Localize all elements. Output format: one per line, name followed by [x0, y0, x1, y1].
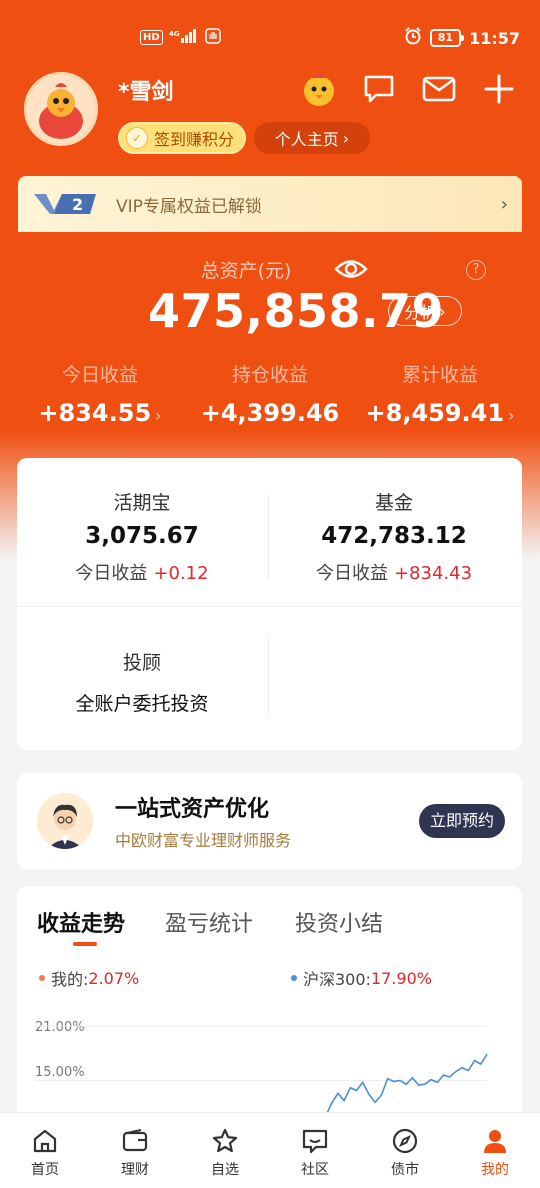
tabbar-label: 首页 — [31, 1162, 59, 1178]
tabbar-item-community[interactable]: 社区 — [270, 1113, 360, 1188]
svg-text:2: 2 — [72, 195, 83, 214]
star-icon — [212, 1128, 238, 1153]
system-indicators: 81 11:57 — [404, 27, 520, 49]
tab-investment-summary[interactable]: 投资小结 — [295, 906, 383, 938]
analysis-label: 分析 — [404, 303, 437, 322]
cell-title: 活期宝 — [113, 492, 171, 514]
legend-dot — [39, 975, 45, 981]
checkin-button[interactable]: ✓ 签到赚积分 — [118, 122, 246, 154]
network-indicators: HD 4G — [140, 28, 221, 47]
advisor-avatar — [37, 793, 93, 849]
mail-icon[interactable] — [420, 70, 458, 108]
tab-profit-loss[interactable]: 盈亏统计 — [165, 906, 253, 938]
home-icon — [33, 1129, 57, 1153]
vip-badge-icon: 2 — [32, 192, 98, 216]
chat-icon — [302, 1129, 328, 1154]
legend-mine: 我的: 2.07% — [39, 966, 139, 990]
cell-title: 投顾 — [122, 652, 161, 674]
stat-value: +4,399.46 — [200, 399, 340, 427]
cell-sub-label: 今日收益 — [315, 563, 388, 584]
chevron-right-icon: › — [342, 128, 350, 148]
cell-value: 3,075.67 — [85, 523, 199, 549]
book-now-button[interactable]: 立即预约 — [419, 804, 505, 838]
user-avatar[interactable] — [24, 72, 98, 146]
income-line-chart — [35, 1025, 488, 1126]
battery-icon: 81 — [429, 29, 465, 47]
stat-value: +834.55 — [38, 399, 152, 427]
tabbar-label: 债市 — [391, 1162, 419, 1178]
advisor-cell[interactable]: 投顾 全账户委托投资 — [17, 648, 267, 716]
cell-sub-value: +0.12 — [153, 563, 209, 584]
tabbar-item-wealth[interactable]: 理财 — [90, 1113, 180, 1188]
homepage-button[interactable]: 个人主页 › — [254, 122, 370, 154]
advisor-subtitle: 中欧财富专业理财师服务 — [115, 831, 292, 850]
points-icon: ✓ — [126, 127, 148, 149]
bottom-tab-bar: 首页 理财 自选 社区 债市 我的 — [0, 1112, 540, 1188]
header-actions — [300, 70, 518, 108]
chevron-right-icon: › — [500, 194, 508, 215]
fund-cell[interactable]: 基金 472,783.12 今日收益 +834.43 — [269, 488, 519, 585]
vip-banner[interactable]: 2 VIP专属权益已解锁 › — [18, 176, 522, 232]
analysis-button[interactable]: 分析 › — [388, 296, 462, 326]
tabbar-item-home[interactable]: 首页 — [0, 1113, 90, 1188]
tabbar-label: 社区 — [301, 1162, 329, 1178]
username: *雪剑 — [118, 80, 174, 105]
asset-breakdown-card: 活期宝 3,075.67 今日收益 +0.12 基金 472,783.12 今日收… — [17, 458, 522, 750]
chevron-right-icon: › — [439, 301, 446, 321]
legend-dot — [291, 975, 297, 981]
chevron-right-icon: › — [155, 406, 162, 425]
divider — [17, 606, 522, 607]
stat-cumulative-income[interactable]: 累计收益 +8,459.41 › — [350, 360, 530, 427]
advisor-title: 一站式资产优化 — [115, 797, 270, 822]
cell-title: 基金 — [374, 492, 413, 514]
legend-label: 沪深300: — [303, 970, 371, 989]
legend-value: 17.90% — [370, 968, 432, 988]
homepage-label: 个人主页 — [274, 130, 339, 149]
tabbar-label: 我的 — [481, 1162, 509, 1178]
stat-value: +8,459.41 — [365, 399, 505, 427]
total-assets-label: 总资产(元) — [200, 260, 292, 282]
cell-sub-value: +834.43 — [393, 563, 473, 584]
active-tab-indicator — [73, 942, 97, 946]
legend-index: 沪深300: 17.90% — [291, 966, 432, 990]
stat-today-income[interactable]: 今日收益 +834.55 › — [10, 360, 190, 427]
hd-icon: HD — [140, 30, 163, 45]
tab-income-trend[interactable]: 收益走势 — [37, 906, 125, 938]
clock-time: 11:57 — [469, 28, 520, 48]
svg-text:4G: 4G — [169, 30, 180, 38]
mascot-icon[interactable] — [300, 70, 338, 108]
hand-icon — [204, 28, 221, 47]
cell-sub-label: 今日收益 — [75, 563, 148, 584]
compass-icon — [392, 1128, 418, 1154]
advisor-promo-card[interactable]: 一站式资产优化 中欧财富专业理财师服务 立即预约 — [17, 773, 522, 869]
wallet-icon — [122, 1129, 148, 1152]
tabbar-label: 理财 — [121, 1162, 149, 1178]
legend-value: 2.07% — [88, 968, 140, 988]
stat-label: 累计收益 — [401, 364, 478, 386]
add-icon[interactable] — [480, 70, 518, 108]
income-chart-card: 收益走势 盈亏统计 投资小结 我的: 2.07% 沪深300: 17.90% 21.… — [17, 886, 522, 1126]
stat-label: 持仓收益 — [231, 364, 308, 386]
tabbar-item-mine[interactable]: 我的 — [450, 1113, 540, 1188]
alarm-icon — [404, 27, 422, 49]
help-icon[interactable]: ? — [466, 260, 486, 280]
huoqibao-cell[interactable]: 活期宝 3,075.67 今日收益 +0.12 — [17, 488, 267, 585]
tabbar-item-watchlist[interactable]: 自选 — [180, 1113, 270, 1188]
chevron-right-icon: › — [508, 406, 515, 425]
stat-holding-income[interactable]: 持仓收益 +4,399.46 — [180, 360, 360, 427]
cell-value: 全账户委托投资 — [75, 693, 209, 715]
eye-icon[interactable] — [334, 256, 368, 286]
tabbar-item-bonds[interactable]: 债市 — [360, 1113, 450, 1188]
stat-label: 今日收益 — [61, 364, 138, 386]
message-icon[interactable] — [360, 70, 398, 108]
cell-value: 472,783.12 — [321, 523, 467, 549]
person-icon — [484, 1130, 506, 1153]
vip-text: VIP专属权益已解锁 — [116, 196, 262, 217]
checkin-label: 签到赚积分 — [154, 130, 235, 149]
divider — [268, 634, 269, 718]
status-bar: HD 4G 81 11:57 — [0, 0, 540, 72]
legend-label: 我的: — [51, 970, 89, 989]
tabbar-label: 自选 — [211, 1162, 239, 1178]
signal-icon: 4G — [169, 29, 199, 46]
